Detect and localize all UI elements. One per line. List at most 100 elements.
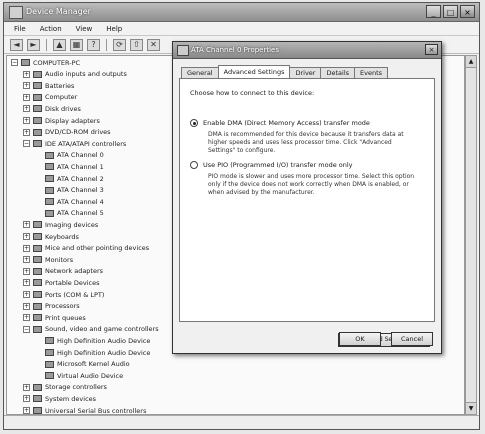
maximize-button[interactable]: □: [443, 5, 458, 18]
properties-icon[interactable]: ▦: [70, 38, 83, 51]
uninstall-icon[interactable]: ✕: [147, 38, 160, 51]
tree-item-label: Computer: [45, 93, 78, 102]
expand-icon[interactable]: +: [23, 128, 30, 136]
ok-button[interactable]: OK: [339, 332, 381, 346]
tab-advanced-settings[interactable]: Advanced Settings: [217, 65, 291, 78]
tree-item[interactable]: + Imaging devices: [23, 220, 98, 229]
collapse-icon[interactable]: −: [11, 59, 18, 66]
tree-item[interactable]: Virtual Audio Device: [35, 371, 123, 380]
tree-item[interactable]: + Processors: [23, 302, 80, 311]
expand-icon[interactable]: +: [23, 233, 30, 240]
tree-item-label: ATA Channel 4: [57, 197, 104, 206]
tree-item[interactable]: − COMPUTER-PC: [11, 58, 80, 67]
tree-item-label: Ports (COM & LPT): [45, 290, 105, 299]
tree-item[interactable]: + Disk drives: [23, 104, 81, 113]
menu-file[interactable]: File: [12, 25, 28, 33]
expand-icon[interactable]: +: [23, 407, 30, 414]
dma-option[interactable]: Enable DMA (Direct Memory Access) transf…: [190, 119, 370, 127]
tree-item[interactable]: + Network adapters: [23, 267, 103, 276]
tree-item[interactable]: ATA Channel 4: [35, 197, 104, 206]
device-category-icon: [33, 256, 42, 264]
expand-icon[interactable]: +: [23, 279, 30, 287]
expand-icon[interactable]: +: [23, 93, 30, 101]
tree-item-label: Monitors: [45, 255, 74, 264]
expand-icon[interactable]: +: [23, 302, 30, 310]
expand-icon[interactable]: +: [23, 256, 30, 264]
forward-icon[interactable]: ►: [27, 38, 40, 51]
tree-item[interactable]: ATA Channel 1: [35, 162, 104, 171]
tree-item[interactable]: + Display adapters: [23, 116, 100, 125]
menu-bar: File Action View Help: [4, 22, 479, 36]
back-icon[interactable]: ◄: [10, 38, 23, 51]
minimize-button[interactable]: _: [426, 5, 441, 18]
scroll-down-icon[interactable]: ▼: [466, 402, 476, 414]
tree-item-label: COMPUTER-PC: [33, 58, 81, 67]
scan-hardware-icon[interactable]: ⟳: [113, 38, 126, 51]
tree-item[interactable]: + Ports (COM & LPT): [23, 290, 104, 299]
collapse-icon[interactable]: −: [23, 325, 30, 333]
device-category-icon: [33, 279, 42, 287]
device-icon: [177, 45, 189, 56]
expand-icon[interactable]: +: [23, 395, 30, 403]
tree-item[interactable]: High Definition Audio Device: [35, 348, 150, 357]
tree-item[interactable]: + Batteries: [23, 81, 74, 90]
tree-item[interactable]: + Storage controllers: [23, 383, 107, 392]
tree-item[interactable]: + Computer: [23, 93, 77, 102]
tree-item[interactable]: High Definition Audio Device: [35, 336, 150, 345]
tab-details[interactable]: Details: [320, 67, 356, 78]
toolbar-separator: [106, 38, 107, 51]
tree-item[interactable]: − Sound, video and game controllers: [23, 325, 159, 334]
tree-item-label: Mice and other pointing devices: [45, 244, 150, 253]
device-category-icon: [45, 349, 54, 356]
tab-general[interactable]: General: [181, 67, 219, 78]
tree-item[interactable]: ATA Channel 3: [35, 186, 104, 195]
tree-item[interactable]: ATA Channel 0: [35, 151, 104, 160]
tab-events[interactable]: Events: [354, 67, 389, 78]
tree-item[interactable]: + Monitors: [23, 255, 73, 264]
dma-radio[interactable]: [190, 119, 198, 127]
expand-icon[interactable]: +: [23, 383, 30, 391]
expand-icon[interactable]: +: [23, 221, 30, 229]
expand-icon[interactable]: +: [23, 291, 30, 298]
tree-item[interactable]: + Universal Serial Bus controllers: [23, 406, 147, 415]
dialog-title-bar[interactable]: ATA Channel 0 Properties ×: [173, 42, 441, 59]
expand-icon[interactable]: +: [23, 314, 30, 322]
tree-item-label: Universal Serial Bus controllers: [45, 406, 147, 415]
help-icon[interactable]: ?: [87, 38, 100, 51]
cancel-button[interactable]: Cancel: [391, 332, 433, 346]
update-driver-icon[interactable]: ⇧: [130, 38, 143, 51]
tree-item-label: Display adapters: [45, 116, 100, 125]
tab-driver[interactable]: Driver: [289, 67, 322, 78]
menu-help[interactable]: Help: [104, 25, 124, 33]
tree-item[interactable]: + System devices: [23, 394, 96, 403]
title-bar[interactable]: Device Manager _ □ ×: [4, 3, 479, 22]
expand-icon[interactable]: +: [23, 105, 30, 113]
tree-item[interactable]: + Keyboards: [23, 232, 79, 241]
tree-item[interactable]: Microsoft Kernel Audio: [35, 360, 130, 369]
tree-item[interactable]: + Portable Devices: [23, 278, 99, 287]
close-button[interactable]: ×: [460, 5, 475, 18]
tree-item[interactable]: + Audio inputs and outputs: [23, 70, 127, 79]
tree-item[interactable]: + Print queues: [23, 313, 86, 322]
pio-option[interactable]: Use PIO (Programmed I/O) transfer mode o…: [190, 161, 353, 169]
expand-icon[interactable]: +: [23, 82, 30, 90]
tree-item[interactable]: ATA Channel 5: [35, 209, 104, 218]
menu-action[interactable]: Action: [38, 25, 64, 33]
collapse-icon[interactable]: −: [23, 140, 30, 148]
dialog-close-button[interactable]: ×: [425, 44, 438, 55]
tree-item[interactable]: ATA Channel 2: [35, 174, 104, 183]
dma-label: Enable DMA (Direct Memory Access) transf…: [203, 119, 370, 127]
expand-icon[interactable]: +: [23, 267, 30, 275]
pio-radio[interactable]: [190, 161, 198, 169]
up-icon[interactable]: ▲: [53, 38, 66, 51]
menu-view[interactable]: View: [74, 25, 95, 33]
expand-icon[interactable]: +: [23, 70, 30, 78]
expand-icon[interactable]: +: [23, 117, 30, 124]
scroll-up-icon[interactable]: ▲: [466, 56, 476, 68]
tree-scrollbar[interactable]: ▲ ▼: [465, 55, 477, 415]
tree-item[interactable]: − IDE ATA/ATAPI controllers: [23, 139, 126, 148]
tree-item[interactable]: + DVD/CD-ROM drives: [23, 128, 111, 137]
expand-icon[interactable]: +: [23, 244, 30, 252]
tree-item[interactable]: + Mice and other pointing devices: [23, 244, 149, 253]
device-category-icon: [45, 163, 54, 171]
